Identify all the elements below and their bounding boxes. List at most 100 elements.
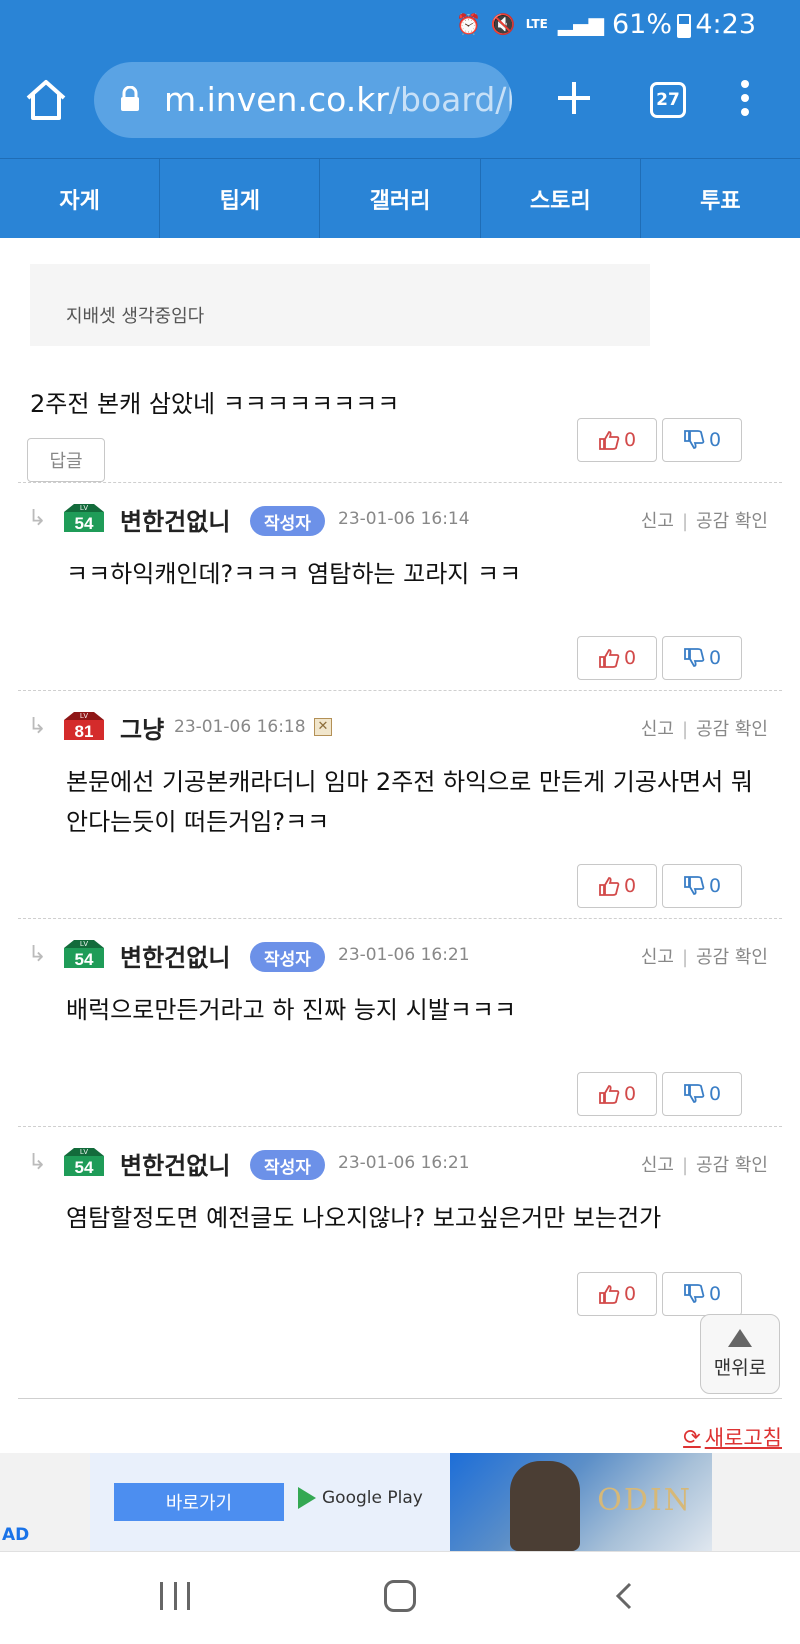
- level-badge-icon: LV 81: [64, 712, 104, 741]
- thumbs-down-icon: [684, 648, 705, 667]
- ad-content[interactable]: 바로가기 Google Play ODIN ×: [90, 1453, 712, 1551]
- dislike-button[interactable]: 0: [662, 1272, 742, 1316]
- nickname[interactable]: 변한건없니: [120, 502, 230, 537]
- nickname[interactable]: 그냥: [120, 710, 164, 745]
- comment-text: ㅋㅋ하익캐인데?ㅋㅋㅋ 염탐하는 꼬라지 ㅋㅋ: [66, 560, 522, 588]
- empathy-link[interactable]: 공감 확인: [696, 947, 768, 968]
- nav-gallery[interactable]: 갤러리: [320, 159, 481, 238]
- comment-item: ↳ LV 54 변한건없니 작성자 23-01-06 16:21 신고 | 공감 확…: [0, 938, 800, 1138]
- thumbs-down-icon: [684, 1084, 705, 1103]
- like-button[interactable]: 0: [577, 1072, 657, 1116]
- google-play-badge: Google Play: [298, 1487, 423, 1509]
- mute-icon: 🔇: [490, 12, 516, 36]
- empathy-link[interactable]: 공감 확인: [696, 719, 768, 740]
- dislike-button[interactable]: 0: [662, 864, 742, 908]
- like-button[interactable]: 0: [577, 1272, 657, 1316]
- divider: [18, 482, 782, 483]
- ad-banner[interactable]: 바로가기 Google Play ODIN × AD: [0, 1453, 800, 1551]
- thumbs-down-icon: [684, 1284, 705, 1303]
- new-tab-icon[interactable]: [552, 76, 596, 120]
- comment-tools: 신고 | 공감 확인: [640, 947, 768, 968]
- like-count: 0: [623, 1083, 637, 1105]
- quoted-image: 지배셋 생각중임다: [30, 264, 650, 346]
- ad-label: AD: [2, 1525, 30, 1545]
- like-count: 0: [623, 1283, 637, 1305]
- nav-free-board[interactable]: 자게: [0, 159, 161, 238]
- nickname[interactable]: 변한건없니: [120, 1146, 230, 1181]
- dislike-count: 0: [708, 429, 722, 451]
- empathy-link[interactable]: 공감 확인: [696, 511, 768, 532]
- comment-date: 23-01-06 16:21: [338, 1153, 470, 1173]
- home-button-icon[interactable]: [384, 1580, 416, 1612]
- home-icon[interactable]: [22, 76, 70, 124]
- level-number: 54: [75, 950, 94, 969]
- reply-arrow-icon: ↳: [28, 1150, 47, 1175]
- address-bar[interactable]: m.inven.co.kr/board/l: [94, 62, 512, 138]
- ad-go-button[interactable]: 바로가기: [114, 1483, 284, 1521]
- lock-icon: [121, 86, 139, 111]
- empathy-link[interactable]: 공감 확인: [696, 1155, 768, 1176]
- nav-story[interactable]: 스토리: [481, 159, 641, 238]
- svg-text:LV: LV: [80, 713, 88, 720]
- recent-apps-icon[interactable]: [160, 1582, 190, 1612]
- tab-counter-button[interactable]: 27: [650, 82, 686, 118]
- url-text: m.inven.co.kr/board/l: [164, 80, 512, 119]
- status-icons: ⏰ 🔇 LTE ▂▄▆: [456, 12, 604, 36]
- more-menu-icon[interactable]: [736, 80, 754, 124]
- author-badge: 작성자: [250, 942, 325, 972]
- scroll-top-label: 맨위로: [713, 1357, 767, 1379]
- warrior-figure: [510, 1461, 580, 1551]
- reply-arrow-icon: ↳: [28, 714, 47, 739]
- report-link[interactable]: 신고: [641, 719, 674, 740]
- comment-text: 본문에선 기공본캐라더니 임마 2주전 하익으로 만든게 기공사면서 뭐 안다는…: [66, 768, 753, 836]
- like-count: 0: [623, 429, 637, 451]
- author-badge: 작성자: [250, 506, 325, 536]
- divider: [18, 1398, 782, 1399]
- report-link[interactable]: 신고: [641, 1155, 674, 1176]
- like-button[interactable]: 0: [577, 636, 657, 680]
- broken-image-icon: ✕: [314, 718, 332, 736]
- refresh-label: 새로고침: [704, 1426, 782, 1450]
- like-button[interactable]: 0: [577, 864, 657, 908]
- signal-icon: ▂▄▆: [557, 12, 604, 36]
- refresh-link[interactable]: ⟳ 새로고침: [683, 1422, 782, 1452]
- dislike-button[interactable]: 0: [662, 1072, 742, 1116]
- clock: 4:23: [695, 9, 756, 40]
- nav-tip-board[interactable]: 팁게: [160, 159, 321, 238]
- status-bar: ⏰ 🔇 LTE ▂▄▆ 61% 4:23: [0, 0, 800, 52]
- up-arrow-icon: [728, 1329, 752, 1347]
- level-number: 54: [75, 514, 94, 533]
- lte-icon: LTE: [525, 16, 548, 31]
- svg-text:LV: LV: [80, 1149, 88, 1156]
- back-icon[interactable]: [614, 1582, 634, 1610]
- thumbs-up-icon: [599, 877, 620, 896]
- nav-vote[interactable]: 투표: [641, 159, 800, 238]
- comment-tools: 신고 | 공감 확인: [640, 511, 768, 532]
- report-link[interactable]: 신고: [641, 947, 674, 968]
- refresh-icon: ⟳: [683, 1425, 701, 1449]
- comment-item: ↳ LV 81 그냥 23-01-06 16:18 ✕ 신고 | 공감 확인 본문에…: [0, 710, 800, 930]
- parent-comment-text: 2주전 본캐 삼았네 ㅋㅋㅋㅋㅋㅋㅋㅋ: [30, 390, 400, 418]
- comment-header: ↳ LV 81 그냥 23-01-06 16:18 ✕ 신고 | 공감 확인: [0, 710, 800, 750]
- report-link[interactable]: 신고: [641, 511, 674, 532]
- thumbs-up-icon: [599, 1285, 620, 1304]
- scroll-top-button[interactable]: 맨위로: [700, 1314, 780, 1394]
- like-count: 0: [623, 875, 637, 897]
- quoted-image-text: 지배셋 생각중임다: [66, 306, 205, 327]
- nickname[interactable]: 변한건없니: [120, 938, 230, 973]
- comment-header: ↳ LV 54 변한건없니 작성자 23-01-06 16:14 신고 | 공감 확…: [0, 502, 800, 542]
- dislike-button[interactable]: 0: [662, 418, 742, 462]
- comment-header: ↳ LV 54 변한건없니 작성자 23-01-06 16:21 신고 | 공감 확…: [0, 938, 800, 978]
- level-badge-icon: LV 54: [64, 1148, 104, 1177]
- divider: [18, 690, 782, 691]
- reply-arrow-icon: ↳: [28, 942, 47, 967]
- like-button[interactable]: 0: [577, 418, 657, 462]
- comment-item: ↳ LV 54 변한건없니 작성자 23-01-06 16:21 신고 | 공감 확…: [0, 1146, 800, 1346]
- google-play-icon: [298, 1487, 316, 1509]
- reply-button[interactable]: 답글: [27, 438, 105, 482]
- level-number: 54: [75, 1158, 94, 1177]
- author-badge: 작성자: [250, 1150, 325, 1180]
- site-nav: 자게 팁게 갤러리 스토리 투표: [0, 158, 800, 238]
- dislike-button[interactable]: 0: [662, 636, 742, 680]
- dislike-count: 0: [708, 875, 722, 897]
